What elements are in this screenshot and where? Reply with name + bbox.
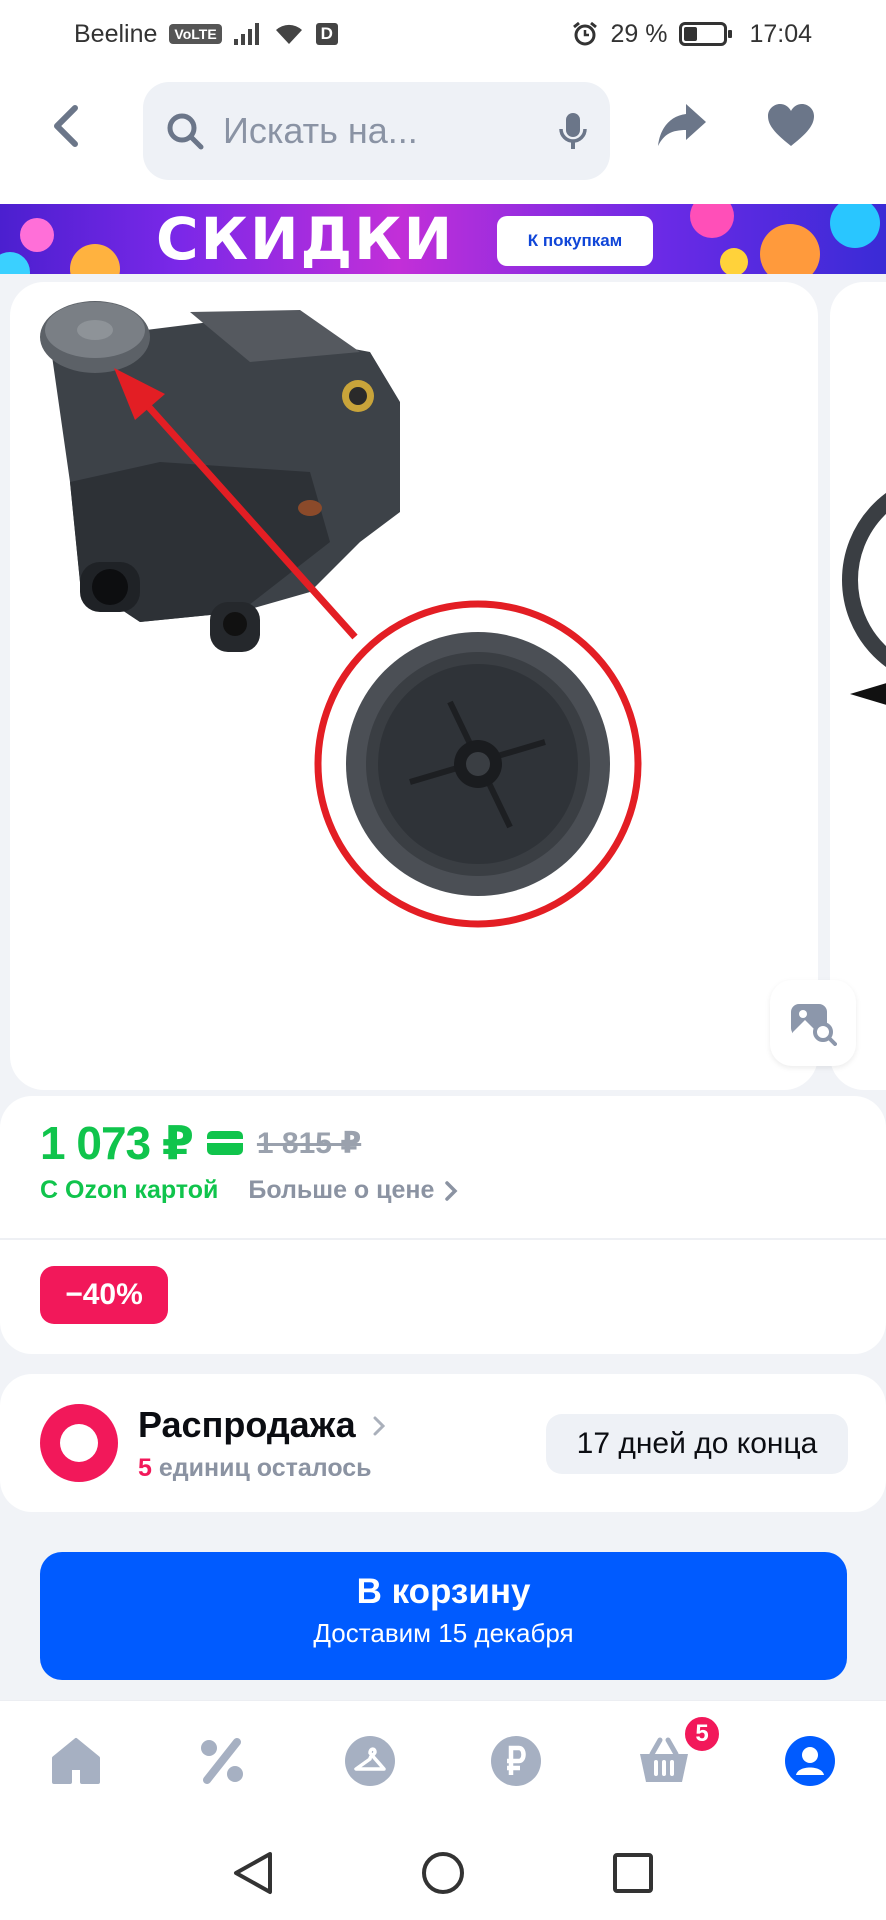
decor-blob — [70, 244, 120, 274]
battery-percent: 29 % — [610, 19, 668, 48]
hanger-icon — [345, 1736, 395, 1786]
data-badge: D — [315, 23, 338, 45]
heart-icon — [768, 104, 814, 146]
price-card: 1 073 ₽ 1 815 ₽ С Ozon картой Больше о ц… — [0, 1096, 886, 1354]
discount-badge: −40% — [40, 1266, 168, 1324]
sale-deadline: 17 дней до конца — [546, 1414, 848, 1474]
nav-back-icon[interactable] — [230, 1850, 276, 1896]
share-icon — [658, 104, 706, 146]
image-search-icon — [791, 1004, 837, 1046]
home-icon — [52, 1738, 100, 1784]
sale-logo-icon — [40, 1404, 118, 1482]
units-left-count: 5 — [138, 1454, 152, 1482]
profile-icon — [785, 1736, 835, 1786]
sale-title-row[interactable]: Распродажа — [138, 1404, 386, 1446]
back-arrow-icon — [54, 105, 78, 147]
add-to-cart-label: В корзину — [356, 1572, 531, 1611]
ruble-icon — [491, 1736, 541, 1786]
more-about-price-link[interactable]: Больше о цене — [248, 1176, 434, 1205]
sale-card[interactable]: Распродажа 5 единиц осталось 17 дней до … — [0, 1374, 886, 1512]
wifi-icon — [275, 24, 302, 44]
units-left: 5 единиц осталось — [138, 1454, 372, 1483]
carrier-name: Beeline — [74, 19, 158, 48]
search-placeholder: Искать на... — [223, 110, 418, 151]
current-price: 1 073 ₽ — [40, 1117, 194, 1169]
bottom-tab-bar — [0, 1700, 886, 1824]
ozon-card-icon — [206, 1131, 243, 1155]
visual-search-button[interactable] — [770, 980, 856, 1066]
next-photo-preview[interactable] — [830, 282, 886, 1090]
decor-blob — [760, 224, 820, 274]
units-left-text: единиц осталось — [158, 1454, 372, 1482]
old-price: 1 815 ₽ — [256, 1126, 362, 1160]
product-image — [40, 301, 642, 928]
divider — [0, 1238, 886, 1240]
decor-blob — [830, 204, 880, 248]
tab-discounts[interactable] — [192, 1731, 252, 1791]
battery-icon — [679, 22, 733, 46]
sale-title: Распродажа — [138, 1404, 356, 1445]
back-button[interactable] — [38, 98, 94, 154]
nav-home-icon[interactable] — [420, 1850, 466, 1896]
nav-recents-icon[interactable] — [610, 1850, 656, 1896]
ozon-card-label: С Ozon картой — [40, 1176, 219, 1204]
product-photo[interactable] — [10, 282, 818, 1090]
search-input[interactable]: Искать на... — [143, 82, 610, 180]
alarm-icon — [573, 21, 598, 46]
decor-blob — [690, 204, 734, 238]
tab-finance[interactable] — [486, 1731, 546, 1791]
price-row: 1 073 ₽ 1 815 ₽ — [40, 1116, 361, 1170]
decor-blob — [20, 218, 54, 252]
chevron-right-icon — [373, 1416, 385, 1436]
tab-profile[interactable] — [780, 1731, 840, 1791]
signal-icon — [233, 23, 259, 45]
share-button[interactable] — [656, 100, 710, 155]
delivery-date: Доставим 15 декабря — [313, 1618, 574, 1648]
battery-level — [684, 27, 697, 41]
system-navigation-bar — [0, 1824, 886, 1920]
decor-blob — [720, 248, 748, 274]
top-header: Искать на... — [0, 68, 886, 204]
tab-home[interactable] — [46, 1731, 106, 1791]
decor-blob — [0, 252, 30, 274]
tab-fashion[interactable] — [340, 1731, 400, 1791]
mic-icon[interactable] — [558, 111, 588, 151]
add-to-cart-button[interactable]: В корзину Доставим 15 декабря — [40, 1552, 847, 1680]
next-photo-image — [842, 493, 886, 705]
percent-icon — [201, 1738, 243, 1784]
clock: 17:04 — [749, 19, 812, 48]
promo-banner[interactable]: СКИДКИ К покупкам — [0, 204, 886, 274]
ozon-card-row[interactable]: С Ozon картой Больше о цене — [40, 1176, 458, 1205]
status-bar: Beeline VoLTE D 29 % 17:04 — [0, 0, 886, 68]
cart-count-badge: 5 — [682, 1714, 722, 1754]
volte-badge: VoLTE — [169, 24, 222, 44]
banner-shop-button[interactable]: К покупкам — [497, 216, 653, 266]
banner-title: СКИДКИ — [156, 205, 455, 273]
chevron-right-icon — [445, 1180, 458, 1201]
search-icon — [167, 113, 204, 150]
favorite-button[interactable] — [766, 102, 816, 153]
